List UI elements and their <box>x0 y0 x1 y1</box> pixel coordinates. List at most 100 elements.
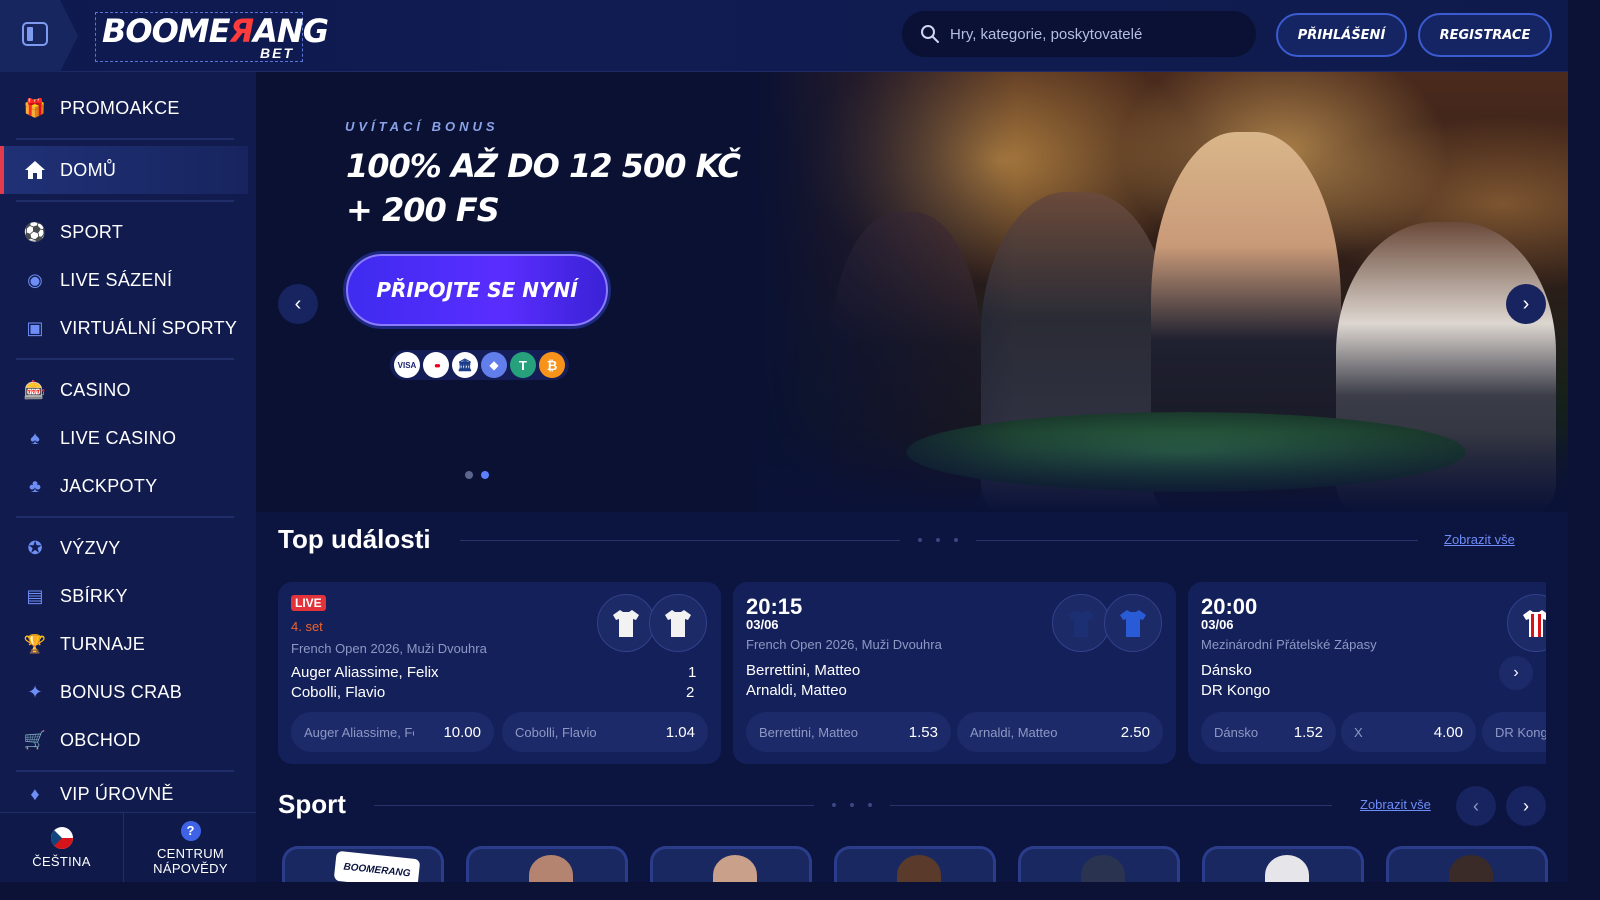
collection-icon: ▤ <box>26 585 44 606</box>
sidebar: 🎁 PROMOAKCE DOMŮ ⚽ SPORT ◉ LIVE SÁZENÍ ▣… <box>0 72 256 882</box>
event-card[interactable]: LIVE 4. set French Open 2026, Muži Dvouh… <box>278 582 721 764</box>
jersey-icon <box>597 594 655 652</box>
help-label-line1: CENTRUM <box>156 845 225 861</box>
hero-next-button[interactable]: › <box>1506 284 1546 324</box>
sport-tile[interactable] <box>1386 846 1548 882</box>
help-label: CENTRUM NÁPOVĚDY <box>153 846 228 876</box>
sport-tile[interactable] <box>650 846 812 882</box>
league-name: French Open 2026, Muži Dvouhra <box>291 641 487 656</box>
match-date: 03/06 <box>1201 617 1234 632</box>
slide-indicator <box>465 471 489 479</box>
login-button[interactable]: PŘIHLÁŠENÍ <box>1276 13 1407 57</box>
odds-value: 2.50 <box>1120 723 1150 741</box>
slide-dot-active[interactable] <box>481 471 489 479</box>
jersey-icon <box>649 594 707 652</box>
shop-icon: 🛒 <box>23 729 47 750</box>
payment-methods: VISA ●● 🏛 ◆ T ₿ <box>390 350 569 380</box>
jersey-icon <box>1052 594 1110 652</box>
odds-button[interactable]: Berrettini, Matteo 1.53 <box>746 712 951 752</box>
sport-tile[interactable]: BOOMERANG <box>282 846 444 882</box>
top-events-title: Top události <box>278 524 431 554</box>
odds-value: 1.53 <box>908 723 938 741</box>
sidebar-item-bonus-crab[interactable]: ✦ BONUS CRAB <box>0 668 248 716</box>
slide-dot[interactable] <box>465 471 473 479</box>
sidebar-item-promoakce[interactable]: 🎁 PROMOAKCE <box>0 84 248 132</box>
top-events-see-all-link[interactable]: Zobrazit vše <box>1444 532 1515 547</box>
sidebar-item-jackpoty[interactable]: ♣ JACKPOTY <box>0 462 248 510</box>
sidebar-divider <box>16 200 234 202</box>
home-team: Dánsko <box>1201 662 1252 679</box>
sidebar-item-label: PROMOAKCE <box>60 97 180 118</box>
hero-prev-button[interactable]: ‹ <box>278 284 318 324</box>
sidebar-item-casino[interactable]: 🎰 CASINO <box>0 366 248 414</box>
sidebar-item-domu[interactable]: DOMŮ <box>0 146 248 194</box>
diamond-icon: ♦ <box>30 783 40 804</box>
sidebar-item-live-casino[interactable]: ♠ LIVE CASINO <box>0 414 248 462</box>
chevron-left-icon: ‹ <box>294 292 302 315</box>
join-now-button[interactable]: PŘIPOJTE SE NYNÍ <box>346 254 608 326</box>
sidebar-item-turnaje[interactable]: 🏆 TURNAJE <box>0 620 248 668</box>
event-card[interactable]: 20:15 03/06 French Open 2026, Muži Dvouh… <box>733 582 1176 764</box>
odds-value: 1.52 <box>1293 723 1323 741</box>
help-center-button[interactable]: ? CENTRUM NÁPOVĚDY <box>125 813 256 882</box>
odds-value: 1.04 <box>665 723 695 741</box>
visa-icon: VISA <box>394 352 420 378</box>
sidebar-item-virtualni-sporty[interactable]: ▣ VIRTUÁLNÍ SPORTY <box>0 304 248 352</box>
sidebar-item-vip-urovne[interactable]: ♦ VIP ÚROVNĚ <box>0 776 248 812</box>
odds-button[interactable]: X 4.00 <box>1341 712 1476 752</box>
team-jerseys <box>597 594 707 652</box>
sport-next-button[interactable]: › <box>1506 786 1546 826</box>
hero-banner: UVÍTACÍ BONUS 100% AŽ DO 12 500 KČ + 200 … <box>256 72 1568 512</box>
odds-label: DR Kongo <box>1495 724 1546 740</box>
odds-button[interactable]: Cobolli, Flavio 1.04 <box>502 712 708 752</box>
odds-label: Arnaldi, Matteo <box>970 724 1058 740</box>
odds-button[interactable]: Auger Aliassime, Felix 10.00 <box>291 712 494 752</box>
card-expand-button[interactable]: › <box>1499 656 1533 690</box>
sidebar-item-label: SBÍRKY <box>60 585 128 606</box>
search-input[interactable] <box>950 25 1230 43</box>
live-badge: LIVE <box>291 595 326 611</box>
sidebar-item-live-sazeni[interactable]: ◉ LIVE SÁZENÍ <box>0 256 248 304</box>
odds-button[interactable]: Arnaldi, Matteo 2.50 <box>957 712 1163 752</box>
brand-logo[interactable]: BOOMEЯANG BET <box>95 12 329 62</box>
sidebar-item-sport[interactable]: ⚽ SPORT <box>0 208 248 256</box>
sidebar-item-label: VIRTUÁLNÍ SPORTY <box>60 317 238 338</box>
jersey-icon <box>1507 594 1546 652</box>
sport-see-all-link[interactable]: Zobrazit vše <box>1360 797 1431 812</box>
sport-tile[interactable] <box>834 846 996 882</box>
sport-tile[interactable] <box>1018 846 1180 882</box>
sidebar-item-label: VÝZVY <box>60 537 121 558</box>
odds-button[interactable]: Dánsko 1.52 <box>1201 712 1336 752</box>
home-team: Auger Aliassime, Felix <box>291 664 439 681</box>
sidebar-item-obchod[interactable]: 🛒 OBCHOD <box>0 716 248 764</box>
home-team: Berrettini, Matteo <box>746 662 861 679</box>
mastercard-icon: ●● <box>423 352 449 378</box>
event-card[interactable]: 20:00 03/06 Mezinárodní Přátelské Zápasy… <box>1188 582 1546 764</box>
sidebar-item-sbirky[interactable]: ▤ SBÍRKY <box>0 572 248 620</box>
league-name: French Open 2026, Muži Dvouhra <box>746 637 942 652</box>
czech-flag-icon <box>50 827 73 849</box>
sidebar-item-vyzvy[interactable]: ✪ VÝZVY <box>0 524 248 572</box>
home-icon <box>24 159 46 181</box>
sport-prev-button[interactable]: ‹ <box>1456 786 1496 826</box>
sidebar-item-label: BONUS CRAB <box>60 681 183 702</box>
register-button[interactable]: REGISTRACE <box>1418 13 1552 57</box>
athlete-image <box>897 855 941 882</box>
sidebar-item-label: TURNAJE <box>60 633 146 654</box>
team-jerseys <box>1507 594 1546 652</box>
language-selector[interactable]: ČEŠTINA <box>0 813 124 882</box>
sidebar-toggle-button[interactable] <box>0 0 78 72</box>
sidebar-item-label: VIP ÚROVNĚ <box>60 783 174 804</box>
odds-label: Auger Aliassime, Felix <box>304 724 414 740</box>
sport-tile[interactable] <box>466 846 628 882</box>
search-bar[interactable] <box>902 11 1256 57</box>
section-line <box>890 805 1332 806</box>
virtual-sports-icon: ▣ <box>26 317 44 338</box>
odds-button[interactable]: DR Kongo <box>1482 712 1546 752</box>
athlete-image <box>713 855 757 882</box>
sport-tile[interactable] <box>1202 846 1364 882</box>
bank-icon: 🏛 <box>452 352 478 378</box>
odds-value: 10.00 <box>443 723 481 741</box>
ethereum-icon: ◆ <box>481 352 507 378</box>
hero-title: 100% AŽ DO 12 500 KČ + 200 FS <box>346 147 741 229</box>
